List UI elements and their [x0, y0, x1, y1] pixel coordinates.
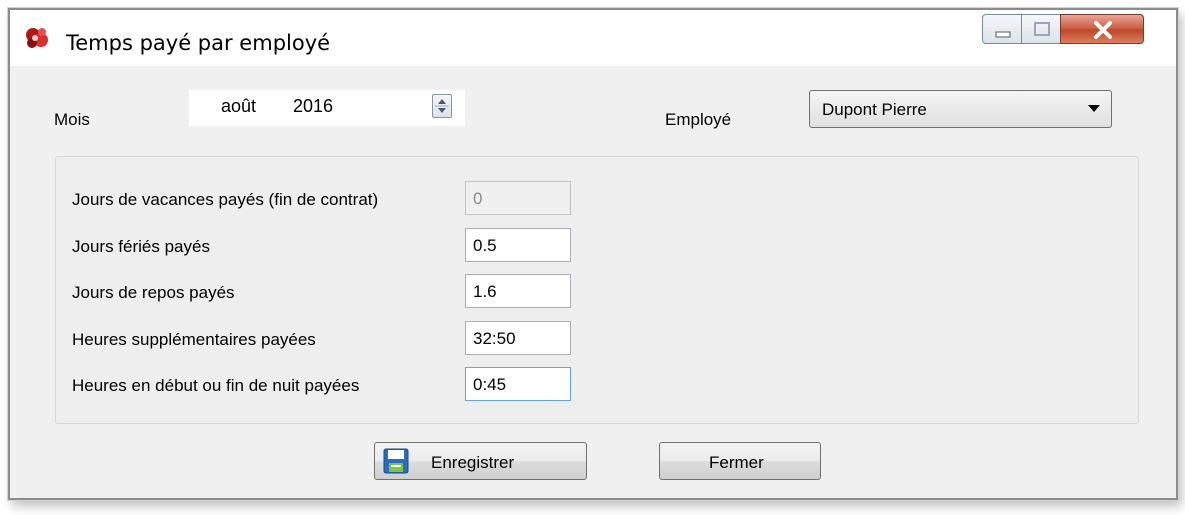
title-bar[interactable]: Temps payé par employé: [10, 10, 1176, 66]
dialog-window: Temps payé par employé Mois août 2016 Em…: [8, 8, 1178, 500]
month-label: Mois: [54, 110, 90, 129]
overtime-field[interactable]: 32:50: [465, 321, 571, 355]
save-label: Enregistrer: [431, 453, 515, 472]
maximize-button[interactable]: [1021, 14, 1061, 44]
rest-days-label: Jours de repos payés: [72, 283, 235, 302]
save-button[interactable]: Enregistrer: [374, 442, 587, 480]
window-title: Temps payé par employé: [66, 31, 331, 55]
chevron-down-icon: [1088, 105, 1100, 112]
employee-label: Employé: [665, 110, 732, 129]
employee-dropdown[interactable]: Dupont Pierre: [809, 90, 1112, 128]
holidays-field[interactable]: 0.5: [465, 228, 571, 262]
close-window-button[interactable]: [1060, 14, 1144, 44]
spinner-arrows[interactable]: [432, 94, 452, 118]
close-button[interactable]: Fermer: [659, 442, 821, 480]
minimize-icon: [995, 31, 1011, 38]
overtime-label: Heures supplémentaires payées: [72, 330, 316, 349]
close-label: Fermer: [709, 453, 764, 472]
night-hours-field[interactable]: 0:45: [465, 367, 571, 401]
year-value[interactable]: 2016: [293, 96, 333, 117]
floppy-disk-icon: [383, 448, 409, 479]
rest-days-field[interactable]: 1.6: [465, 274, 571, 308]
red-puzzle-icon: [24, 26, 50, 50]
close-icon: [1094, 21, 1112, 39]
employee-value: Dupont Pierre: [822, 100, 927, 119]
month-spinner[interactable]: août 2016: [189, 90, 465, 126]
vacation-days-field: 0: [465, 181, 571, 215]
month-value[interactable]: août: [221, 96, 256, 117]
vacation-days-label: Jours de vacances payés (fin de contrat): [72, 190, 379, 209]
night-hours-label: Heures en début ou fin de nuit payées: [72, 376, 360, 395]
minimize-button[interactable]: [982, 14, 1022, 44]
maximize-icon: [1034, 22, 1050, 36]
up-down-arrow-icon: [435, 99, 449, 113]
holidays-label: Jours fériés payés: [72, 237, 210, 256]
